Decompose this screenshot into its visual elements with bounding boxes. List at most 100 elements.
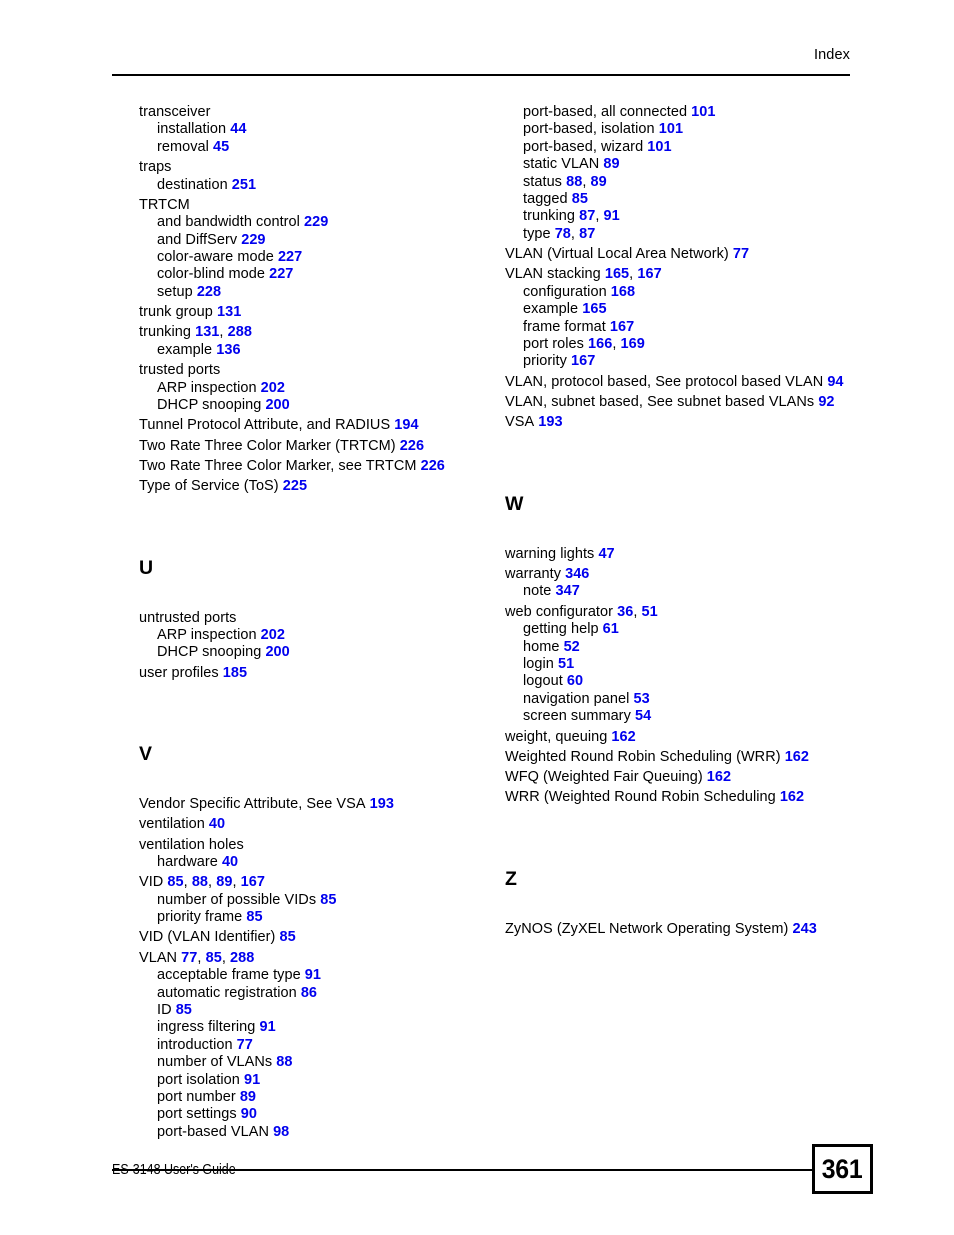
index-page-reference[interactable]: 40 xyxy=(205,816,225,832)
index-page-reference[interactable]: 226 xyxy=(417,458,445,474)
index-page-reference[interactable]: 162 xyxy=(703,769,731,785)
index-page-reference[interactable]: 51 xyxy=(637,604,657,620)
index-page-reference[interactable]: 85 xyxy=(242,909,262,925)
index-page-reference[interactable]: 45 xyxy=(209,139,229,155)
index-page-reference[interactable]: 165 xyxy=(578,301,606,317)
index-page-reference[interactable]: 167 xyxy=(567,353,595,369)
index-page-reference[interactable]: 227 xyxy=(274,249,302,265)
index-page-reference[interactable]: 54 xyxy=(631,708,651,724)
index-page-reference[interactable]: 229 xyxy=(300,214,328,230)
index-entry: traps xyxy=(139,159,499,176)
index-page-reference[interactable]: 228 xyxy=(193,284,221,300)
index-page-reference[interactable]: 87 xyxy=(575,208,595,224)
index-page-reference[interactable]: 101 xyxy=(643,139,671,155)
index-page-reference[interactable]: 251 xyxy=(228,177,256,193)
index-page-reference[interactable]: 225 xyxy=(279,478,307,494)
index-page-reference[interactable]: 85 xyxy=(172,1002,192,1018)
index-page-reference[interactable]: 162 xyxy=(607,729,635,745)
index-page-reference[interactable]: 347 xyxy=(551,583,580,599)
index-page-reference[interactable]: 52 xyxy=(559,639,580,655)
index-page-reference[interactable]: 77 xyxy=(233,1037,253,1053)
index-subentry: ID 85 xyxy=(157,1002,499,1019)
index-page-reference[interactable]: 60 xyxy=(563,673,583,689)
index-page-reference[interactable]: 194 xyxy=(390,417,418,433)
index-page-reference[interactable]: 47 xyxy=(594,546,614,562)
index-page-reference[interactable]: 36 xyxy=(613,604,633,620)
index-page-reference[interactable]: 101 xyxy=(687,104,715,120)
index-page-reference[interactable]: 166 xyxy=(584,336,612,352)
index-page-reference[interactable]: 136 xyxy=(212,342,240,358)
index-entry-label: destination xyxy=(157,176,228,193)
index-page-reference[interactable]: 92 xyxy=(814,394,834,410)
page-number-box: 361 xyxy=(812,1144,873,1194)
index-page-reference[interactable]: 88 xyxy=(562,174,582,190)
index-page-reference[interactable]: 202 xyxy=(257,380,285,396)
index-page-reference[interactable]: 85 xyxy=(568,191,588,207)
index-page-reference[interactable]: 88 xyxy=(188,874,208,890)
index-page-reference[interactable]: 91 xyxy=(301,967,321,983)
index-page-reference[interactable]: 226 xyxy=(396,438,424,454)
index-page-reference[interactable]: 87 xyxy=(575,226,595,242)
index-page-reference[interactable]: 243 xyxy=(788,921,816,937)
index-subentry: port settings 90 xyxy=(157,1106,499,1123)
index-page-reference[interactable]: 162 xyxy=(776,789,804,805)
index-page-reference[interactable]: 131 xyxy=(213,304,241,320)
index-page-reference[interactable]: 85 xyxy=(202,950,222,966)
index-page-reference[interactable]: 91 xyxy=(255,1019,275,1035)
index-page-reference[interactable]: 89 xyxy=(236,1089,256,1105)
index-page-reference[interactable]: 193 xyxy=(366,796,394,812)
index-page-reference[interactable]: 78 xyxy=(551,226,571,242)
index-entry: warranty 346 xyxy=(505,566,865,583)
index-page-reference[interactable]: 288 xyxy=(224,324,252,340)
index-page-reference[interactable]: 200 xyxy=(261,644,289,660)
index-page-reference[interactable]: 85 xyxy=(163,874,183,890)
index-page-reference[interactable]: 91 xyxy=(240,1072,260,1088)
index-page-reference[interactable]: 86 xyxy=(297,985,317,1001)
index-page-reference[interactable]: 200 xyxy=(261,397,289,413)
index-page-reference[interactable]: 40 xyxy=(218,854,238,870)
index-page-reference[interactable]: 85 xyxy=(316,892,336,908)
index-page-reference[interactable]: 101 xyxy=(655,121,683,137)
index-page-reference[interactable]: 165 xyxy=(601,266,629,282)
index-column-right: port-based, all connected 101 port-based,… xyxy=(505,104,865,938)
index-entry-label: ingress filtering xyxy=(157,1019,256,1036)
index-page-reference[interactable]: 89 xyxy=(586,174,606,190)
index-entry-label: acceptable frame type xyxy=(157,967,301,984)
index-page-reference[interactable]: 88 xyxy=(272,1054,292,1070)
index-page-reference[interactable]: 227 xyxy=(265,266,293,282)
index-entry-label: warning lights xyxy=(505,545,595,562)
index-page-reference[interactable]: 51 xyxy=(554,656,574,672)
index-page-reference[interactable]: 90 xyxy=(237,1106,257,1122)
index-page-reference[interactable]: 89 xyxy=(212,874,232,890)
index-page-reference[interactable]: 202 xyxy=(257,627,285,643)
index-subentry: number of VLANs 88 xyxy=(157,1054,499,1071)
index-page-reference[interactable]: 346 xyxy=(561,566,589,582)
index-page-reference[interactable]: 167 xyxy=(606,319,634,335)
index-page-reference[interactable]: 193 xyxy=(534,414,562,430)
index-entry-label: port-based, wizard xyxy=(523,138,644,155)
index-page-reference[interactable]: 169 xyxy=(616,336,645,352)
index-page-reference[interactable]: 167 xyxy=(237,874,265,890)
index-page-reference[interactable]: 162 xyxy=(781,749,809,765)
index-page-reference[interactable]: 61 xyxy=(599,621,619,637)
index-page-reference[interactable]: 94 xyxy=(823,374,843,390)
index-page-reference[interactable]: 44 xyxy=(226,121,246,137)
index-page-reference[interactable]: 77 xyxy=(729,246,749,262)
index-page-reference[interactable]: 167 xyxy=(633,266,661,282)
index-entry: VLAN stacking 165, 167 xyxy=(505,266,865,283)
index-page-reference[interactable]: 168 xyxy=(607,284,635,300)
index-page-reference[interactable]: 89 xyxy=(599,156,619,172)
index-page-reference[interactable]: 131 xyxy=(191,324,219,340)
index-page-reference[interactable]: 85 xyxy=(275,929,296,945)
index-page-reference[interactable]: 98 xyxy=(269,1124,289,1140)
index-entry: Tunnel Protocol Attribute, and RADIUS 19… xyxy=(139,417,499,434)
index-entry-label: color-blind mode xyxy=(157,266,265,283)
index-subentry: configuration 168 xyxy=(523,284,865,301)
index-page-reference[interactable]: 229 xyxy=(237,232,265,248)
index-page-reference[interactable]: 53 xyxy=(629,691,650,707)
index-page-reference[interactable]: 91 xyxy=(599,208,619,224)
index-subentry: port isolation 91 xyxy=(157,1072,499,1089)
index-page-reference[interactable]: 288 xyxy=(226,950,254,966)
index-page-reference[interactable]: 77 xyxy=(177,950,197,966)
index-page-reference[interactable]: 185 xyxy=(219,665,247,681)
